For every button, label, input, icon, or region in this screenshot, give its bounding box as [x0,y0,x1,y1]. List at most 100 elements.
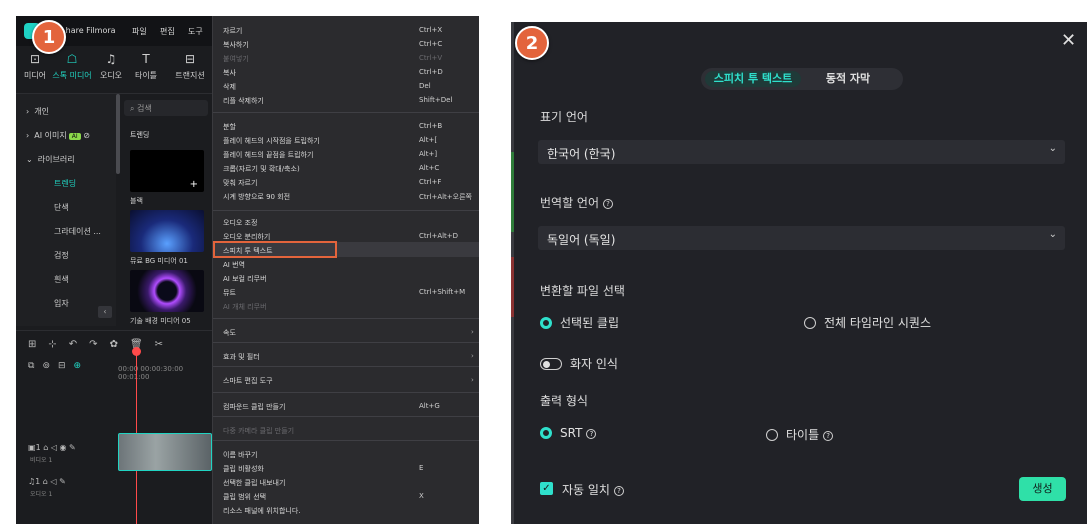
menu-file[interactable]: 파일 [132,26,147,37]
collapse-sidebar-button[interactable]: ‹ [98,306,112,318]
close-icon[interactable]: ✕ [1061,30,1076,51]
context-menu-item[interactable]: 복사하기 Ctrl+C [223,40,473,50]
tab-speech-to-text[interactable]: 스피치 투 텍스트 [705,71,801,87]
redo-icon[interactable]: ↷ [89,339,97,350]
tab-dynamic-subtitles[interactable]: 동적 자막 [809,71,887,87]
menu-edit[interactable]: 편집 [160,26,175,37]
context-menu-label: AI 번역 [223,261,245,269]
video-clip[interactable] [118,433,212,471]
context-menu-divider [213,112,479,113]
help-icon[interactable]: ? [613,486,624,496]
context-menu-item[interactable]: 클립 비활성화 E [223,464,473,474]
radio-on-icon [540,427,552,439]
radio-full-timeline[interactable]: 전체 타임라인 시퀀스 [804,314,931,331]
add-track-icon[interactable]: ⧉ [28,361,34,371]
context-menu-item[interactable]: 복사 Ctrl+D [223,68,473,78]
context-menu-item: 붙여넣기 Ctrl+V [223,54,473,64]
select-tool-icon[interactable]: ⊹ [48,339,56,350]
tool-stock-media[interactable]: ☖ 스톡 미디어 [50,52,94,81]
step-badge-2: 2 [515,26,549,60]
context-menu-item[interactable]: 속도 › [223,328,474,338]
sidebar-item-personal[interactable]: › 개인 [26,106,49,117]
speaker-recognition-toggle[interactable] [540,358,562,370]
sidebar-item-gradient[interactable]: 그라데이션 ... [54,226,101,237]
context-menu-item[interactable]: 리소스 패널에 위치합니다. [223,506,473,516]
file-select-label: 변환할 파일 선택 [540,284,625,298]
context-menu-item[interactable]: 시계 방향으로 90 회전 Ctrl+Alt+오른쪽 [223,192,473,202]
context-menu-item[interactable]: 리플 삭제하기 Shift+Del [223,96,473,106]
link-icon[interactable]: ⊚ [42,361,50,371]
sidebar-item-black[interactable]: 검정 [54,250,69,261]
help-icon[interactable]: ? [603,199,614,209]
context-menu-label: 복사 [223,69,236,77]
context-menu-item[interactable]: 이름 바꾸기 [223,450,473,460]
target-language-select[interactable]: 독일어 (독일) ⌄ [538,226,1065,250]
radio-srt[interactable]: SRT? [540,426,597,440]
cut-icon[interactable]: ✂ [155,339,163,350]
context-menu-item[interactable]: 스마트 편집 도구 › [223,376,474,386]
context-menu-item[interactable]: 컴파운드 클립 만들기 Alt+G [223,402,473,412]
menu-tools[interactable]: 도구 [188,26,203,37]
help-icon[interactable]: ? [823,431,834,441]
auto-match-checkbox[interactable]: ✓ [540,482,553,495]
source-language-select[interactable]: 한국어 (한국) ⌄ [538,140,1065,164]
radio-selected-clip[interactable]: 선택된 클립 [540,314,619,331]
context-menu-item[interactable]: 클립 범위 선택 X [223,492,473,502]
context-menu-item[interactable]: 맞춰 자르기 Ctrl+F [223,178,473,188]
context-menu-shortcut: Shift+Del [419,96,453,104]
context-menu-item: AI 개체 리무버 [223,302,473,312]
output-format-label: 출력 형식 [540,394,588,408]
chevron-right-icon: › [471,328,474,336]
thumb-tech-05[interactable] [130,270,204,312]
generate-button[interactable]: 생성 [1019,477,1066,501]
video-track-label: 비디오 1 [30,457,53,464]
context-menu-item[interactable]: 플레이 헤드의 시작점을 트립하기 Alt+[ [223,136,473,146]
thumb-black[interactable]: + [130,150,204,192]
context-menu-item[interactable]: AI 보컬 리무버 [223,274,473,284]
context-menu-item[interactable]: 자르기 Ctrl+X [223,26,473,36]
sidebar-item-trending[interactable]: 트렌딩 [54,178,76,189]
radio-titles[interactable]: 타이틀? [766,426,834,443]
tool-audio[interactable]: ♫ 오디오 [96,52,126,81]
search-input[interactable]: ⌕ 검색 [124,100,208,116]
context-menu-item[interactable]: 오디오 조정 [223,218,473,228]
context-menu-item[interactable]: 삭제 Del [223,82,473,92]
context-menu-shortcut: Ctrl+D [419,68,443,76]
target-language-label: 번역할 언어? [540,194,614,211]
snap-icon[interactable]: ⊟ [58,361,66,371]
sidebar-item-solid[interactable]: 단색 [54,202,69,213]
video-track-icon: ▣ [28,443,36,452]
context-menu-item[interactable]: 분할 Ctrl+B [223,122,473,132]
undo-icon[interactable]: ↶ [69,339,77,350]
help-icon[interactable]: ? [586,429,597,439]
grid-icon[interactable]: ⊞ [28,339,36,350]
add-icon[interactable]: + [190,179,198,190]
tool-transitions[interactable]: ⊟ 트랜지션 [168,52,212,81]
context-menu-label: 컴파운드 클립 만들기 [223,403,286,411]
time-ruler[interactable]: 00:00 00:00:30:00 00:01:00 [118,365,212,381]
sidebar-item-particles[interactable]: 입자 [54,298,69,309]
context-menu-item[interactable]: 뮤트 Ctrl+Shift+M [223,288,473,298]
magnet-icon[interactable]: ⊕ [74,361,82,371]
context-menu-item[interactable]: AI 번역 [223,260,473,270]
tool-media[interactable]: ⊡ 미디어 [20,52,50,81]
sidebar-item-library[interactable]: ⌄ 라이브러리 [26,154,75,165]
context-menu-divider [213,318,479,319]
sidebar-item-white[interactable]: 흰색 [54,274,69,285]
context-menu-label: 리소스 패널에 위치합니다. [223,507,301,515]
context-menu-label: 붙여넣기 [223,55,249,63]
context-menu-label: 다중 카메라 클립 만들기 [223,427,295,435]
context-menu-item[interactable]: 크롭(자르기 및 확대/축소) Alt+C [223,164,473,174]
sidebar-item-ai-image[interactable]: › AI 이미지 AI ⊘ [26,130,90,141]
context-menu-label: 선택한 클립 내보내기 [223,479,286,487]
context-menu-shortcut: X [419,492,424,500]
tool-titles[interactable]: T 타이틀 [126,52,166,81]
context-menu-label: 플레이 헤드의 시작점을 트립하기 [223,137,320,145]
thumb-bg-01[interactable] [130,210,204,252]
dialog-edge [511,22,514,524]
context-menu-item[interactable]: 플레이 헤드의 끝점을 트립하기 Alt+] [223,150,473,160]
context-menu-item[interactable]: 효과 및 필터 › [223,352,474,362]
magic-icon[interactable]: ✿ [110,339,118,350]
context-menu-item[interactable]: 선택한 클립 내보내기 [223,478,473,488]
video-track-head: ▣1 ⌂ ◁ ◉ ✎ [28,443,76,452]
